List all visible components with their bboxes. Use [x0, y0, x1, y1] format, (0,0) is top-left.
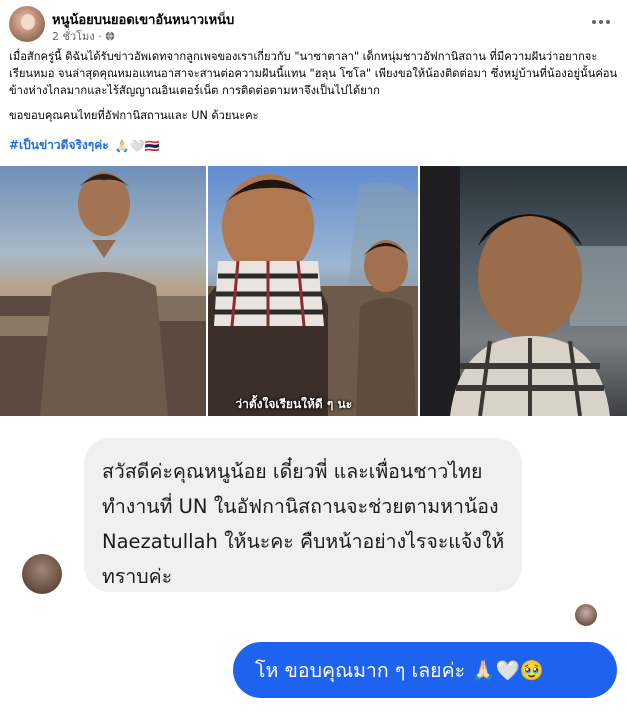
- post-text: เมื่อสักครู่นี้ ดิฉันได้รับข่าวอัพเดทจาก…: [9, 48, 619, 132]
- photo-caption: ว่าตั้งใจเรียนให้ดี ๆ นะ: [235, 397, 353, 411]
- photo-boy-smiling[interactable]: [0, 166, 207, 416]
- author-avatar[interactable]: [9, 6, 45, 42]
- post-meta: 2 ชั่วโมง ·: [52, 27, 115, 45]
- photo-boy-vehicle[interactable]: [419, 166, 627, 416]
- vehicle-illustration: [419, 166, 627, 416]
- more-options-icon[interactable]: [589, 12, 613, 32]
- boys-illustration: [208, 174, 418, 416]
- boy-illustration: [0, 172, 207, 416]
- hashtag-line: #เป็นข่าวดีจริงๆค่ะ 🙏🏻🤍🇹🇭: [9, 136, 160, 155]
- photo-boy-scarf[interactable]: ว่าตั้งใจเรียนให้ดี ๆ นะ: [208, 166, 418, 416]
- incoming-message-bubble: สวัสดีค่ะคุณหนูน้อย เดี๋ยวพี่ และเพื่อนช…: [84, 438, 522, 592]
- chat-screenshot: สวัสดีค่ะคุณหนูน้อย เดี๋ยวพี่ และเพื่อนช…: [0, 416, 627, 713]
- photo-strip: ว่าตั้งใจเรียนให้ดี ๆ นะ: [0, 166, 627, 416]
- outgoing-message-bubble: โห ขอบคุณมาก ๆ เลยค่ะ 🙏🏻🤍🥹: [233, 642, 617, 698]
- post-header: หนูน้อยบนยอดเขาอันหนาวเหน็บ 2 ชั่วโมง ·: [0, 0, 627, 44]
- sender-avatar: [22, 554, 62, 594]
- post-paragraph: ขอขอบคุณคนไทยที่อัฟกานิสถานและ UN ด้วยนะ…: [9, 109, 259, 122]
- globe-icon: [105, 31, 115, 41]
- post-paragraph: เมื่อสักครู่นี้ ดิฉันได้รับข่าวอัพเดทจาก…: [9, 50, 618, 97]
- read-receipt-avatar: [575, 604, 597, 626]
- post-time[interactable]: 2 ชั่วโมง ·: [52, 27, 102, 45]
- hashtag-emojis: 🙏🏻🤍🇹🇭: [114, 138, 160, 153]
- hashtag-link[interactable]: #เป็นข่าวดีจริงๆค่ะ: [9, 136, 109, 155]
